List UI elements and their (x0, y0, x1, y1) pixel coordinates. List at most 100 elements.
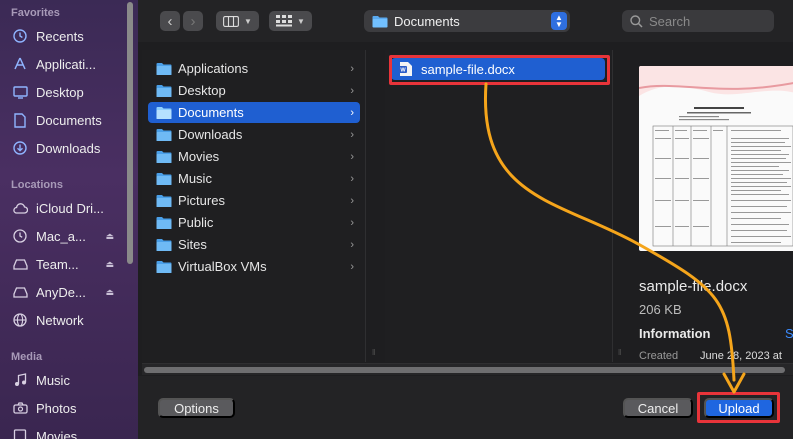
chevron-right-icon: › (350, 84, 354, 97)
show-more-link[interactable]: S (785, 326, 793, 341)
folder-row-movies[interactable]: Movies › (148, 146, 360, 167)
chevron-right-icon: › (350, 106, 354, 119)
folder-row-applications[interactable]: Applications › (148, 58, 360, 79)
sidebar-item-recents[interactable]: Recents (0, 24, 130, 48)
desktop-icon (12, 84, 28, 100)
sidebar-item-label: Team... (36, 256, 79, 272)
folder-label: Public (178, 215, 214, 230)
folder-icon (372, 15, 388, 27)
music-icon (12, 372, 28, 388)
sidebar-item-label: Downloads (36, 140, 101, 156)
preview-file-name: sample-file.docx (639, 278, 748, 295)
sidebar-section-favorites: Favorites (11, 7, 60, 19)
search-icon (630, 14, 643, 28)
sidebar-item-downloads[interactable]: Downloads (0, 136, 130, 160)
folder-row-downloads[interactable]: Downloads › (148, 124, 360, 145)
column-resize-handle[interactable]: ‖ (618, 348, 624, 358)
sidebar-item-label: iCloud Dri... (36, 200, 104, 216)
film-icon (12, 428, 28, 439)
sidebar-item-label: Mac_a... (36, 228, 86, 244)
highlight-box-upload (697, 392, 780, 423)
cancel-button[interactable]: Cancel (623, 398, 693, 418)
eject-icon[interactable]: ⏏ (105, 259, 114, 270)
chevron-right-icon: › (350, 238, 354, 251)
document-icon (12, 112, 28, 128)
cloud-icon (12, 200, 28, 216)
eject-icon[interactable]: ⏏ (105, 231, 114, 242)
sidebar-item-documents[interactable]: Documents (0, 108, 130, 132)
column-resize-handle[interactable]: ‖ (372, 348, 378, 358)
chevron-right-icon: › (350, 128, 354, 141)
sidebar-item-label: AnyDe... (36, 284, 86, 300)
back-button[interactable]: ‹ (160, 11, 180, 31)
sidebar-item-icloud[interactable]: iCloud Dri... (0, 196, 130, 220)
folder-label: Desktop (178, 83, 226, 98)
folder-row-documents[interactable]: Documents › (148, 102, 360, 123)
sidebar-item-label: Documents (36, 112, 102, 128)
folder-icon (156, 84, 172, 97)
folder-icon (156, 172, 172, 185)
preview-pane: sample-file.docx 206 KB Information S Cr… (628, 50, 793, 362)
files-column: W sample-file.docx (385, 50, 613, 362)
folder-label: Movies (178, 149, 220, 164)
scrollbar-thumb[interactable] (144, 367, 785, 373)
folder-icon (156, 216, 172, 229)
sidebar-section-locations: Locations (11, 179, 63, 191)
location-popup[interactable]: Documents ▲ ▼ (364, 10, 570, 32)
folder-label: Documents (178, 105, 244, 120)
sidebar-item-label: Photos (36, 400, 77, 416)
folder-row-desktop[interactable]: Desktop › (148, 80, 360, 101)
folder-icon (156, 238, 172, 251)
chevron-right-icon: › (350, 150, 354, 163)
document-thumbnail (639, 66, 793, 251)
sidebar-scrollbar[interactable] (127, 2, 133, 264)
chevron-right-icon: › (350, 216, 354, 229)
horizontal-scrollbar[interactable] (142, 363, 793, 375)
forward-button[interactable]: › (183, 11, 203, 31)
clock-disk-icon (12, 228, 28, 244)
folder-row-music[interactable]: Music › (148, 168, 360, 189)
sidebar-item-label: Desktop (36, 84, 84, 100)
view-columns-button[interactable]: ▼ (216, 11, 259, 31)
drive-icon (12, 256, 28, 272)
download-icon (12, 140, 28, 156)
folder-row-public[interactable]: Public › (148, 212, 360, 233)
folder-label: Sites (178, 237, 207, 252)
folder-row-pictures[interactable]: Pictures › (148, 190, 360, 211)
sidebar-item-network[interactable]: Network (0, 308, 130, 332)
folder-row-sites[interactable]: Sites › (148, 234, 360, 255)
sidebar-item-photos[interactable]: Photos (0, 396, 130, 420)
chevron-right-icon: › (350, 62, 354, 75)
sidebar-item-desktop[interactable]: Desktop (0, 80, 130, 104)
sidebar-item-label: Recents (36, 28, 84, 44)
folder-icon (156, 106, 172, 119)
sidebar-item-label: Applicati... (36, 56, 96, 72)
document-page-icon (639, 66, 793, 247)
globe-icon (12, 312, 28, 328)
folder-row-virtualbox-vms[interactable]: VirtualBox VMs › (148, 256, 360, 277)
sidebar-item-music[interactable]: Music (0, 368, 130, 392)
chevron-right-icon: › (350, 172, 354, 185)
search-input[interactable] (649, 13, 769, 29)
folder-label: Downloads (178, 127, 243, 142)
folder-icon (156, 62, 172, 75)
sidebar-item-movies[interactable]: Movies (0, 424, 130, 439)
sidebar-item-applications[interactable]: Applicati... (0, 52, 130, 76)
chevron-right-icon: › (350, 260, 354, 273)
search-field[interactable] (622, 10, 774, 32)
options-button[interactable]: Options (158, 398, 235, 418)
columns-view-icon (223, 15, 239, 27)
folder-label: Music (178, 171, 212, 186)
chevron-right-icon: › (190, 12, 196, 30)
preview-information-heading: Information (639, 326, 711, 341)
sidebar-item-label: Movies (36, 428, 78, 439)
eject-icon[interactable]: ⏏ (105, 287, 114, 298)
chevron-down-icon: ▼ (297, 16, 305, 26)
drive-icon (12, 284, 28, 300)
chevron-down-icon: ▼ (244, 16, 252, 26)
folder-icon (156, 260, 172, 273)
group-button[interactable]: ▼ (269, 11, 312, 31)
preview-created-value: June 28, 2023 at (700, 350, 782, 362)
grid-icon (276, 15, 293, 27)
toolbar: ‹ › ▼ ▼ Documents ▲ ▼ (138, 0, 793, 42)
